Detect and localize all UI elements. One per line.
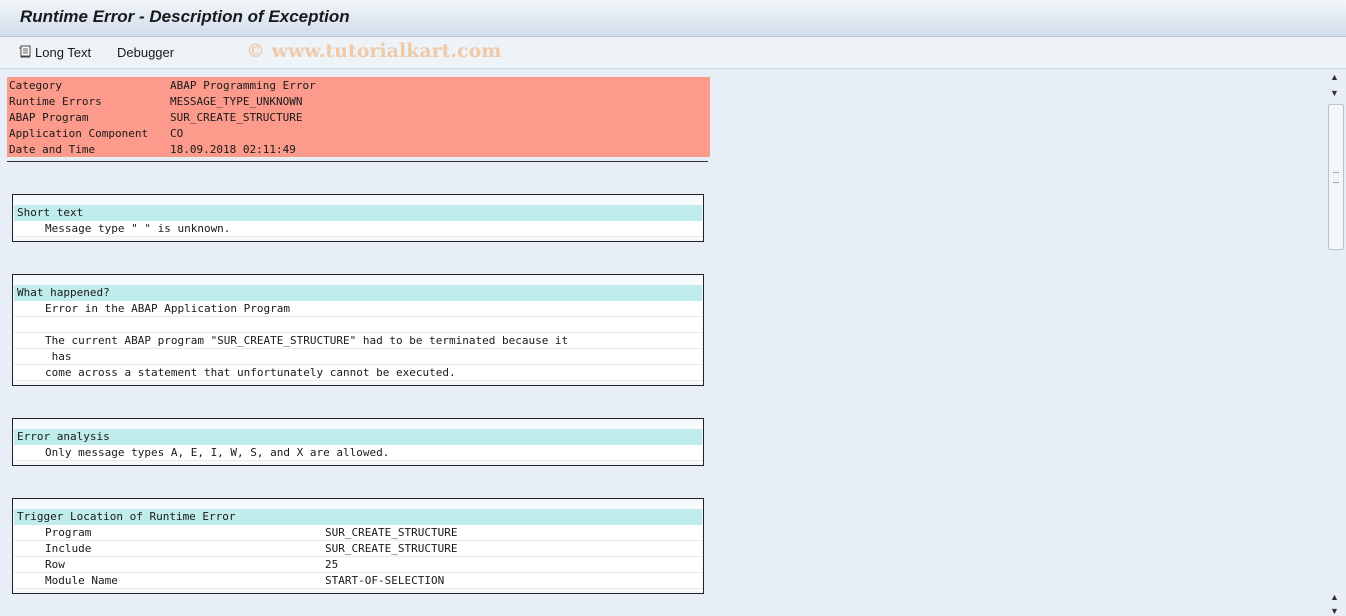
watermark: © www.tutorialkart.com (246, 40, 502, 62)
error-analysis-section: Error analysis Only message types A, E, … (12, 418, 704, 466)
header-key: Application Component (9, 126, 149, 140)
short-text-section: Short text Message type " " is unknown. (12, 194, 704, 242)
trigger-value: SUR_CREATE_STRUCTURE (325, 526, 458, 539)
header-value: MESSAGE_TYPE_UNKNOWN (170, 94, 303, 108)
header-row: Category ABAP Programming Error (7, 77, 710, 93)
trigger-row: Program SUR_CREATE_STRUCTURE (14, 525, 702, 541)
trigger-key: Program (45, 526, 92, 539)
scroll-down-icon[interactable]: ▼ (1330, 88, 1339, 98)
scroll-down-icon[interactable]: ▼ (1330, 606, 1339, 616)
section-line: Message type " " is unknown. (14, 221, 702, 237)
header-row: Application Component CO (7, 125, 710, 141)
header-divider (7, 161, 708, 162)
header-key: Runtime Errors (9, 94, 102, 108)
header-value: CO (170, 126, 184, 140)
error-header: Category ABAP Programming Error Runtime … (7, 77, 710, 157)
section-title: What happened? (14, 285, 702, 301)
section-line: The current ABAP program "SUR_CREATE_STR… (14, 333, 702, 349)
header-key: Date and Time (9, 142, 96, 156)
trigger-value: START-OF-SELECTION (325, 574, 445, 587)
header-row: ABAP Program SUR_CREATE_STRUCTURE (7, 109, 710, 125)
title-bar: Runtime Error - Description of Exception (0, 0, 1346, 37)
trigger-row: Module Name START-OF-SELECTION (14, 573, 702, 589)
header-row: Runtime Errors MESSAGE_TYPE_UNKNOWN (7, 93, 710, 109)
section-line: Only message types A, E, I, W, S, and X … (14, 445, 702, 461)
error-content: Category ABAP Programming Error Runtime … (0, 69, 1326, 616)
scroll-up-icon[interactable]: ▲ (1330, 592, 1339, 602)
section-line: has (14, 349, 702, 365)
trigger-key: Row (45, 558, 65, 571)
trigger-row: Include SUR_CREATE_STRUCTURE (14, 541, 702, 557)
trigger-value: 25 (325, 558, 339, 571)
header-key: Category (9, 78, 62, 92)
long-text-icon (18, 45, 32, 59)
header-value: 18.09.2018 02:11:49 (170, 142, 296, 156)
section-line (14, 317, 702, 333)
header-value: SUR_CREATE_STRUCTURE (170, 110, 303, 124)
trigger-key: Module Name (45, 574, 118, 587)
header-key: ABAP Program (9, 110, 89, 124)
section-title: Trigger Location of Runtime Error (14, 509, 702, 525)
section-line: come across a statement that unfortunate… (14, 365, 702, 381)
application-toolbar: Long Text Debugger © www.tutorialkart.co… (0, 37, 1346, 69)
debugger-label: Debugger (117, 44, 175, 60)
trigger-value: SUR_CREATE_STRUCTURE (325, 542, 458, 555)
scroll-thumb[interactable] (1328, 104, 1344, 250)
what-happened-section: What happened? Error in the ABAP Applica… (12, 274, 704, 386)
grip-icon (1333, 172, 1339, 183)
trigger-key: Include (45, 542, 92, 555)
vertical-scrollbar[interactable]: ▲ ▼ ▲ ▼ (1326, 69, 1346, 616)
section-title: Error analysis (14, 429, 702, 445)
header-row: Date and Time 18.09.2018 02:11:49 (7, 141, 710, 157)
section-title: Short text (14, 205, 702, 221)
scroll-up-icon[interactable]: ▲ (1330, 72, 1339, 82)
trigger-location-section: Trigger Location of Runtime Error Progra… (12, 498, 704, 594)
long-text-button[interactable]: Long Text (18, 43, 91, 61)
long-text-label: Long Text (35, 44, 92, 60)
header-value: ABAP Programming Error (170, 78, 316, 92)
section-line: Error in the ABAP Application Program (14, 301, 702, 317)
trigger-row: Row 25 (14, 557, 702, 573)
debugger-button[interactable]: Debugger (117, 43, 174, 61)
window-title: Runtime Error - Description of Exception (20, 7, 350, 26)
